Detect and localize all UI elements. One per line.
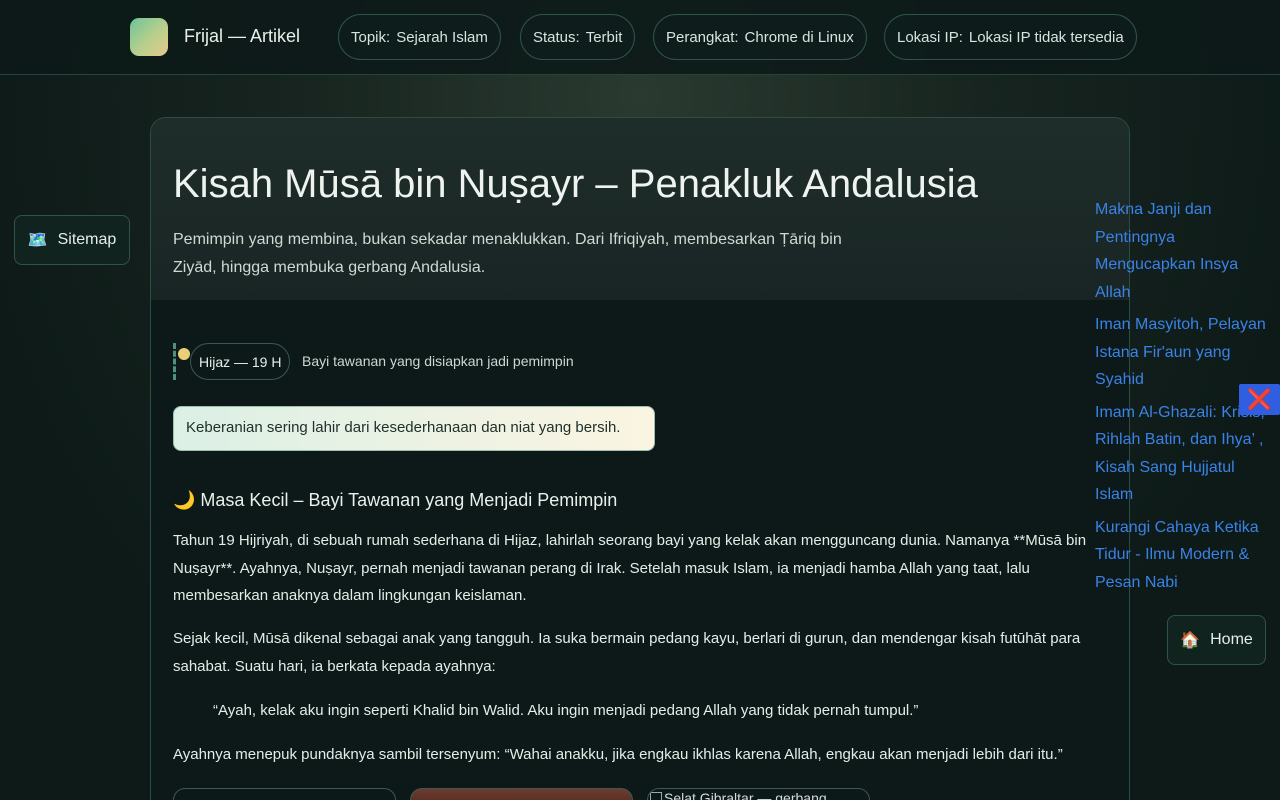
timeline-text: Bayi tawanan yang disiapkan jadi pemimpi…	[302, 353, 574, 369]
related-link[interactable]: Kurangi Cahaya Ketika Tidur - Ilmu Moder…	[1095, 514, 1270, 597]
pill-device[interactable]: Perangkat: Chrome di Linux	[653, 14, 867, 60]
timeline-line	[173, 343, 176, 380]
article-image[interactable]	[410, 788, 633, 800]
map-icon: 🗺️	[27, 232, 48, 249]
paragraph: Sejak kecil, Mūsā dikenal sebagai anak y…	[173, 630, 1081, 675]
home-button[interactable]: 🏠 Home	[1167, 615, 1266, 665]
sitemap-button[interactable]: 🗺️ Sitemap	[14, 215, 130, 265]
sitemap-label: Sitemap	[57, 231, 117, 248]
home-icon: 🏠	[1180, 632, 1201, 649]
article-image[interactable]	[173, 788, 396, 800]
article-card: Kisah Mūsā bin Nuṣayr – Penakluk Andalus…	[150, 117, 1130, 800]
related-link[interactable]: Imam Al-Ghazali: Krisis, Rihlah Batin, d…	[1095, 399, 1270, 509]
paragraph: Tahun 19 Hijriyah, di sebuah rumah seder…	[173, 532, 1087, 604]
highlight-quote: Keberanian sering lahir dari kesederhana…	[173, 406, 655, 451]
top-bar: Frijal — Artikel Topik: Sejarah Islam St…	[0, 0, 1280, 75]
section-heading: 🌙 Masa Kecil – Bayi Tawanan yang Menjadi…	[173, 490, 618, 510]
pill-key: Perangkat:	[666, 28, 739, 46]
pill-value: Terbit	[585, 28, 623, 46]
pill-topic[interactable]: Topik: Sejarah Islam	[338, 14, 501, 60]
related-link[interactable]: Iman Masyitoh, Pelayan Istana Fir'aun ya…	[1095, 311, 1270, 394]
timeline-entry: Hijaz — 19 H Bayi tawanan yang disiapkan…	[173, 343, 773, 381]
pill-key: Topik:	[351, 28, 391, 46]
pill-value: Sejarah Islam	[396, 28, 488, 46]
pill-value: Lokasi IP tidak tersedia	[968, 28, 1124, 46]
pill-status[interactable]: Status: Terbit	[520, 14, 636, 60]
brand-title[interactable]: Frijal — Artikel	[184, 26, 300, 47]
close-button[interactable]: ❌	[1239, 384, 1280, 415]
brand-logo[interactable]	[130, 18, 168, 56]
timeline-dot	[178, 348, 190, 360]
pill-value: Chrome di Linux	[744, 28, 854, 46]
image-alt-text: Selat Gibraltar — gerbang	[664, 790, 827, 800]
related-link[interactable]: Makna Janji dan Pentingnya Mengucapkan I…	[1095, 196, 1270, 306]
article-image[interactable]: Selat Gibraltar — gerbang	[647, 788, 870, 800]
pill-key: Status:	[533, 28, 580, 46]
article-subtitle: Pemimpin yang membina, bukan sekadar men…	[173, 231, 842, 276]
article-header: Kisah Mūsā bin Nuṣayr – Penakluk Andalus…	[151, 118, 1129, 300]
paragraph: Ayahnya menepuk pundaknya sambil terseny…	[173, 746, 1063, 763]
timeline-badge: Hijaz — 19 H	[190, 343, 291, 380]
blockquote: “Ayah, kelak aku ingin seperti Khalid bi…	[213, 702, 919, 719]
pill-key: Lokasi IP:	[897, 28, 963, 46]
pill-ip-location[interactable]: Lokasi IP: Lokasi IP tidak tersedia	[884, 14, 1137, 60]
home-label: Home	[1210, 631, 1253, 648]
broken-image-icon	[650, 792, 662, 800]
close-icon: ❌	[1247, 389, 1272, 411]
image-alt: Selat Gibraltar — gerbang	[650, 790, 827, 800]
article-title: Kisah Mūsā bin Nuṣayr – Penakluk Andalus…	[173, 162, 978, 206]
